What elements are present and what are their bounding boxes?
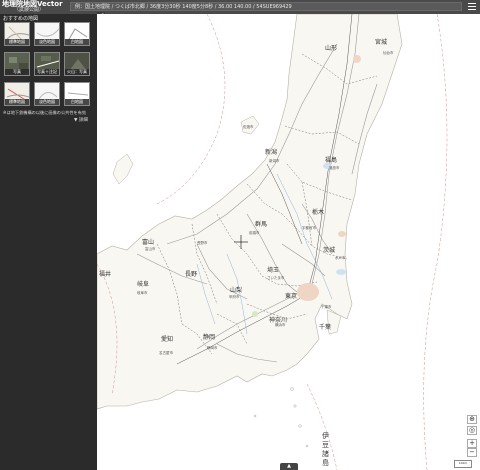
label-nagano: 長野 [185,270,197,278]
tile-label: 火山：写真 [65,69,89,75]
label-yamagata: 山形 [325,44,337,52]
panel-heading: おすすめの地図 [3,16,39,22]
map-tile-volcano-photo[interactable]: 火山：写真 [64,52,90,76]
islands-char: 島 [322,458,329,467]
label-fukui: 福井 [99,270,111,278]
label-saitama: 埼玉 [267,266,279,274]
label-fukushima: 福島 [325,156,337,164]
label-yamanashi: 山梨 [230,286,242,294]
zoom-in-button[interactable]: + [467,439,477,448]
label-city: 富山市 [145,246,156,251]
detail-toggle[interactable]: ▼ 詳細 [74,117,88,123]
label-city: 横浜市 [275,322,286,327]
tile-label: 白地図 [65,39,89,45]
label-tokyo: 東京 [285,292,297,300]
label-gunma: 群馬 [255,220,267,228]
scale-bar: 10km [454,460,472,468]
islands-char: 豆 [322,441,329,449]
menu-icon[interactable] [468,3,476,11]
tile-label: 白地図 [65,99,89,105]
label-aichi: 愛知 [161,335,173,343]
label-city: 千葉市 [321,304,332,309]
label-city: 静岡市 [207,345,218,350]
app-header: 地理院地図Vector （試験公開） 例：国土地理院 / つくば市北郷 / 36… [0,0,480,14]
map-tile-pale-2[interactable]: 淡色地図 [34,82,60,106]
map-tile-blank[interactable]: 白地図 [64,22,90,46]
map-tile-standard-2[interactable]: 標準地図 [4,82,30,106]
label-city: 宇都宮市 [302,225,316,230]
tile-label: 淡色地図 [35,99,59,105]
compass-icon[interactable]: ⊕ [467,415,477,424]
label-city: 甲府市 [229,294,240,299]
label-tochigi: 栃木 [312,208,324,216]
bottom-panel-toggle[interactable]: ▲ [280,463,298,470]
label-ibaraki: 茨城 [323,246,335,254]
sidebar: おすすめの地図 標準地図 淡色地図 白地図 写真 写真＋注記 火山：写真 標準地… [0,14,97,470]
islands-char: 伊 [322,431,329,440]
zoom-out-button[interactable]: − [467,448,477,457]
islands-char: 諸 [322,449,329,458]
location-icon[interactable]: ◎ [467,426,477,435]
tile-label: 標準地図 [5,99,29,105]
label-city: 長野市 [197,240,208,245]
label-gifu: 岐阜 [137,280,149,288]
map-tile-standard[interactable]: 標準地図 [4,22,30,46]
label-city: 前橋市 [249,230,260,235]
label-toyama: 富山 [142,238,154,246]
label-city: 佐渡市 [243,124,254,129]
label-miyagi: 宮城 [375,38,387,46]
label-chiba: 千葉 [319,323,331,331]
app-subtitle: （試験公開） [14,7,45,13]
label-city: 名古屋市 [159,350,173,355]
map-canvas[interactable]: 山形 宮城 新潟 福島 富山 群馬 栃木 茨城 長野 埼玉 山梨 東京 千葉 岐… [97,14,480,470]
map-svg: 山形 宮城 新潟 福島 富山 群馬 栃木 茨城 長野 埼玉 山梨 東京 千葉 岐… [97,14,480,470]
label-city: 新潟市 [269,158,280,163]
map-tile-photo-annotation[interactable]: 写真＋注記 [34,52,60,76]
tile-label: 写真 [5,69,29,75]
label-city: さいたま市 [267,275,285,280]
tile-label: 淡色地図 [35,39,59,45]
tile-label: 写真＋注記 [35,69,59,75]
label-niigata: 新潟 [265,148,277,156]
map-tile-pale[interactable]: 淡色地図 [34,22,60,46]
label-city: 水戸市 [335,255,346,260]
label-city: 岐阜市 [137,290,148,295]
tile-label: 標準地図 [5,39,29,45]
label-city: 福島市 [329,165,340,170]
label-shizuoka: 静岡 [203,333,215,341]
search-input[interactable]: 例：国土地理院 / つくば市北郷 / 36度3分30秒 140度5分8秒 / 3… [70,2,462,11]
map-tile-blank-2[interactable]: 白地図 [64,82,90,106]
sidebar-note: ※は地下鉄機構の以後に画像の公共性を有効 [3,110,87,115]
map-tile-photo[interactable]: 写真 [4,52,30,76]
label-city: 仙台市 [383,50,394,55]
